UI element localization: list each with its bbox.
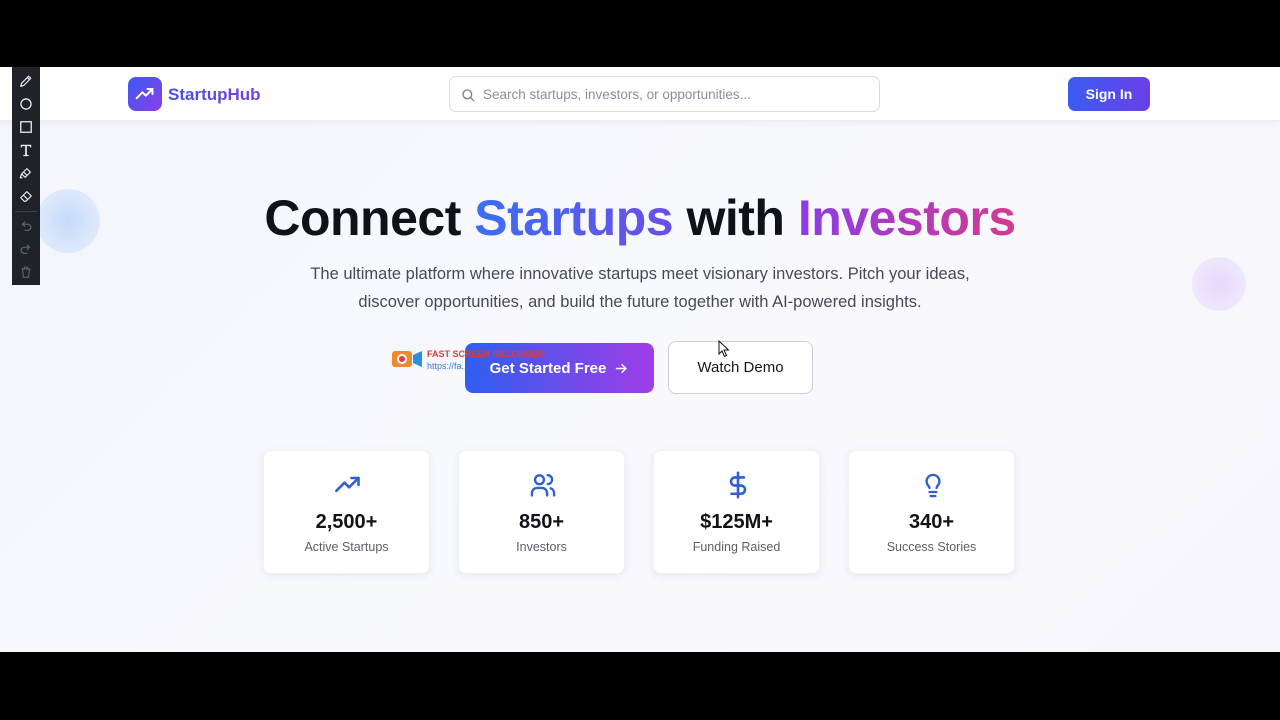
search-icon — [462, 89, 475, 102]
sign-in-button[interactable]: Sign In — [1068, 77, 1150, 111]
stat-label: Success Stories — [886, 540, 977, 554]
arrow-right-icon — [616, 363, 627, 373]
stat-value: 2,500+ — [315, 511, 378, 533]
stat-value: 850+ — [518, 511, 565, 533]
letterbox-bottom — [0, 652, 1280, 720]
brand-name[interactable]: StartupHub — [168, 85, 261, 105]
hero-headline: Connect Startups with Investors — [0, 189, 1280, 247]
stat-card-investors: 850+ Investors — [458, 450, 625, 574]
circle-icon[interactable] — [16, 94, 36, 114]
trash-icon[interactable] — [16, 262, 36, 282]
hero-subtitle: The ultimate platform where innovative s… — [310, 265, 970, 311]
mouse-cursor-icon — [718, 340, 730, 358]
stat-label: Funding Raised — [692, 540, 781, 554]
watermark-url: https://fa... — [427, 361, 470, 371]
headline-highlight-investors: Investors — [797, 190, 1016, 246]
rectangle-icon[interactable] — [16, 117, 36, 137]
undo-icon[interactable] — [16, 216, 36, 236]
headline-text-1: Connect — [264, 190, 475, 246]
watch-demo-button[interactable]: Watch Demo — [668, 341, 813, 394]
search-box[interactable] — [449, 76, 880, 112]
eraser-icon[interactable] — [16, 186, 36, 206]
text-icon[interactable] — [16, 140, 36, 160]
stat-card-success: 340+ Success Stories — [848, 450, 1015, 574]
landing-page: StartupHub Sign In Connect Startups with… — [0, 67, 1280, 652]
decorative-blob-purple — [1192, 257, 1246, 311]
navbar: StartupHub Sign In — [0, 67, 1280, 121]
screen-recorder-watermark: FAST SCREEN RECORDER https://fa... — [391, 347, 545, 373]
lightbulb-icon — [925, 473, 941, 498]
logo-icon[interactable] — [128, 77, 162, 111]
stat-card-funding: $125M+ Funding Raised — [653, 450, 820, 574]
stat-label: Investors — [516, 540, 567, 554]
annotation-toolbar — [12, 67, 40, 285]
pencil-icon[interactable] — [16, 71, 36, 91]
stat-value: 340+ — [908, 511, 955, 533]
dollar-icon — [729, 471, 747, 499]
headline-highlight-startups: Startups — [474, 190, 674, 246]
stat-value: $125M+ — [700, 511, 773, 533]
redo-icon[interactable] — [16, 239, 36, 259]
headline-text-2: with — [673, 190, 798, 246]
recorder-logo-icon — [392, 351, 422, 367]
toolbar-divider — [15, 211, 37, 212]
users-icon — [530, 474, 556, 497]
letterbox-top — [0, 0, 1280, 67]
watermark-title: FAST SCREEN RECORDER — [427, 349, 545, 359]
trending-up-icon — [335, 476, 360, 493]
highlighter-icon[interactable] — [16, 163, 36, 183]
stat-card-startups: 2,500+ Active Startups — [263, 450, 430, 574]
stat-label: Active Startups — [304, 540, 389, 554]
search-input[interactable] — [483, 77, 873, 111]
